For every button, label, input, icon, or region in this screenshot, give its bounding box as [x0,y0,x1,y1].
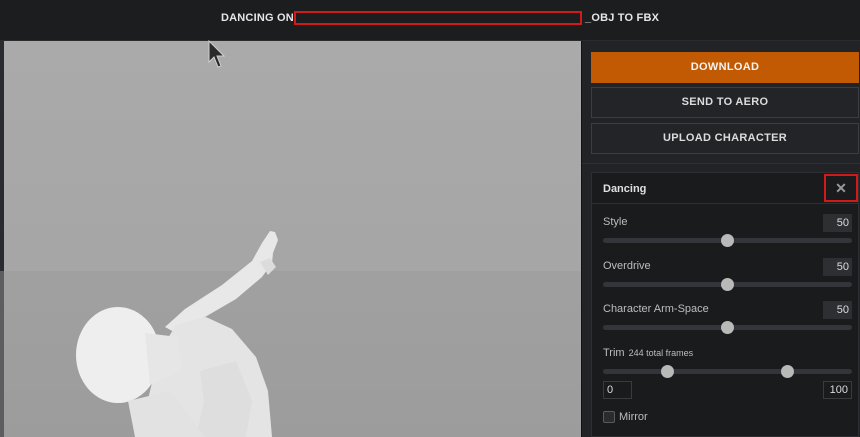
close-icon[interactable]: ✕ [824,174,858,202]
title-prefix: DANCING ON [221,12,294,24]
title-suffix: _OBJ TO FBX [585,12,660,24]
overdrive-value-field[interactable]: 50 [823,258,852,276]
animation-settings-card: Dancing ✕ Style 50 Overdrive 50 Characte… [591,172,859,437]
download-button[interactable]: DOWNLOAD [591,52,859,83]
trim-end-handle[interactable] [780,365,794,378]
animation-title: Dancing [603,183,647,195]
style-slider-handle[interactable] [721,234,734,247]
arm-space-slider[interactable] [603,321,852,334]
arm-space-slider-handle[interactable] [721,321,734,334]
overdrive-slider[interactable] [603,278,852,291]
trim-frame-count: 244 total frames [628,348,694,358]
arrow-cursor-icon [208,40,226,68]
arm-space-label: Character Arm-Space [603,303,709,315]
3d-viewport[interactable] [0,41,581,437]
right-panel: DOWNLOAD SEND TO AERO UPLOAD CHARACTER D… [581,41,860,437]
trim-label-text: Trim [603,347,625,359]
character-model[interactable] [0,41,581,437]
mirror-label: Mirror [619,411,648,423]
card-header: Dancing ✕ [592,173,858,204]
trim-label: Trim 244 total frames [603,347,693,359]
trim-start-input[interactable]: 0 [603,381,632,399]
trim-range-slider[interactable] [603,365,852,378]
trim-start-handle[interactable] [661,365,675,378]
redacted-title-box [294,11,582,25]
style-value-field[interactable]: 50 [823,214,852,232]
overdrive-slider-handle[interactable] [721,278,734,291]
divider [582,163,860,164]
trim-end-input[interactable]: 100 [823,381,852,399]
upload-character-button[interactable]: UPLOAD CHARACTER [591,123,859,154]
top-bar: DANCING ON _OBJ TO FBX [0,0,860,41]
style-label: Style [603,216,628,228]
style-slider[interactable] [603,234,852,247]
arm-space-value-field[interactable]: 50 [823,301,852,319]
overdrive-label: Overdrive [603,260,651,272]
mirror-checkbox[interactable] [603,411,615,423]
send-to-aero-button[interactable]: SEND TO AERO [591,87,859,118]
